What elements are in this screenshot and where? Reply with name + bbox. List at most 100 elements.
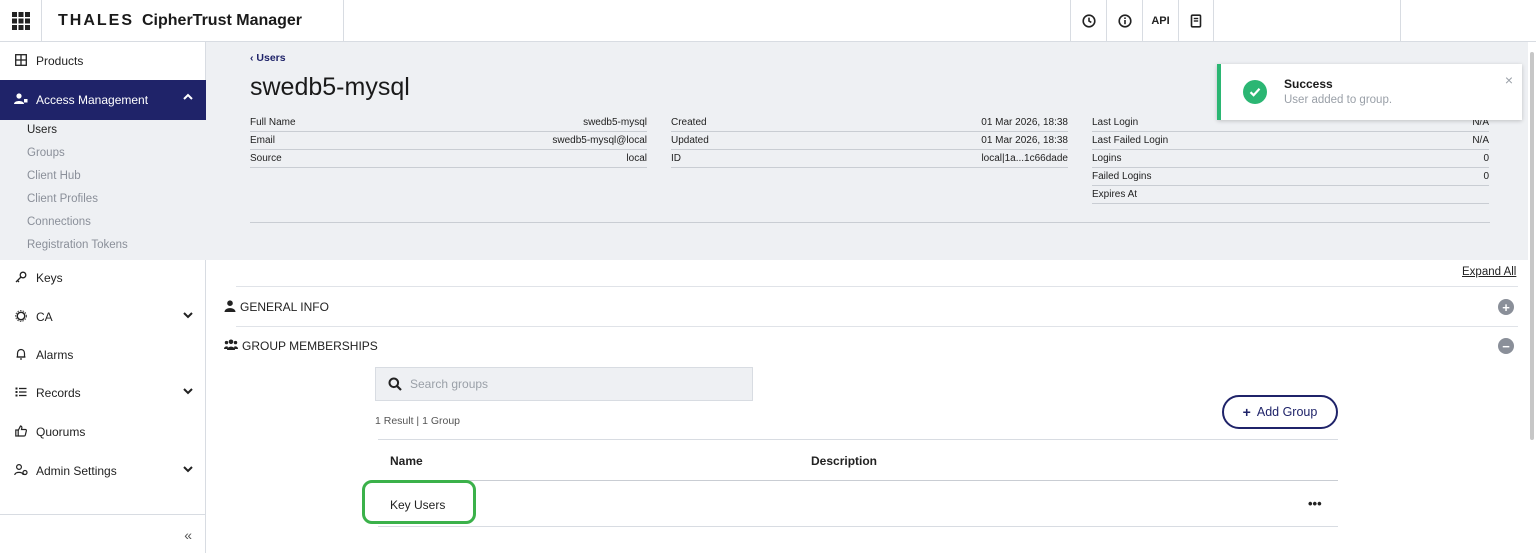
section-group-memberships[interactable]: GROUP MEMBERSHIPS − [224,326,1518,366]
detail-label: Updated [671,135,709,146]
detail-label: Source [250,153,282,164]
users-cog-icon [14,92,28,108]
detail-value: 0 [1483,153,1489,164]
info-button[interactable] [1106,0,1142,42]
expand-plus-icon[interactable]: + [1498,299,1514,315]
top-icon-group: API [1070,0,1214,42]
close-icon[interactable]: × [1505,72,1513,88]
sidebar-item-alarms[interactable]: Alarms [0,336,206,374]
expand-all-link[interactable]: Expand All [1462,266,1516,278]
detail-last-failed-login: Last Failed Login N/A [1092,132,1489,150]
sidebar-subitem-connections[interactable]: Connections [27,216,91,228]
sidebar-item-label: Keys [36,271,63,285]
sidebar-item-label: Records [36,386,81,400]
sidebar-item-records[interactable]: Records [0,374,206,412]
chevron-down-icon [182,463,194,478]
brand-divider [343,0,344,42]
sidebar-item-label: Access Management [36,93,149,107]
chevron-down-icon [182,309,194,324]
api-button[interactable]: API [1142,0,1178,42]
sidebar-subitem-registration-tokens[interactable]: Registration Tokens [27,239,128,251]
sidebar-subitem-groups[interactable]: Groups [27,147,65,159]
sidebar-subitem-users[interactable]: Users [27,124,57,136]
sidebar-item-ca[interactable]: CA [0,298,206,336]
table-header-border [378,480,1338,481]
sidebar-item-label: Quorums [36,425,86,439]
detail-full-name: Full Name swedb5-mysql [250,114,647,132]
result-count: 1 Result | 1 Group [375,415,461,427]
detail-value: local|1a...1c66dade [981,153,1068,164]
sidebar-item-access-management[interactable]: Access Management [0,80,206,120]
column-header-name[interactable]: Name [390,454,423,468]
user-icon [224,299,236,315]
header-divider [250,222,1490,223]
products-icon [14,53,28,69]
chevron-down-icon [182,385,194,400]
detail-value: local [626,153,647,164]
sidebar-item-admin-settings[interactable]: Admin Settings [0,452,206,490]
section-general-info[interactable]: GENERAL INFO + [224,287,1518,327]
column-header-description[interactable]: Description [811,454,877,468]
detail-label: Last Login [1092,117,1139,128]
search-groups-box[interactable] [375,367,753,401]
sidebar-subitem-client-hub[interactable]: Client Hub [27,170,81,182]
access-management-submenu: Users Groups Client Hub Client Profiles … [0,120,206,260]
section-title: GROUP MEMBERSHIPS [242,339,378,353]
sidebar-item-quorums[interactable]: Quorums [0,413,206,451]
sidebar-item-keys[interactable]: Keys [0,259,206,297]
row-actions-menu[interactable]: ••• [1308,496,1322,511]
top-bar: THALES CipherTrust Manager API [0,0,1536,42]
page-scrollbar[interactable] [1528,42,1536,553]
sidebar-footer: « [0,514,206,553]
apps-grid-button[interactable] [0,0,42,42]
thumbs-up-icon [14,424,28,440]
scrollbar-thumb[interactable] [1530,52,1534,440]
sidebar-item-label: Alarms [36,348,74,362]
history-button[interactable] [1070,0,1106,42]
detail-label: Last Failed Login [1092,135,1169,146]
brand-product: CipherTrust Manager [142,12,303,29]
user-gear-icon [14,463,28,479]
add-group-button[interactable]: + Add Group [1222,395,1338,429]
key-icon [14,271,28,286]
detail-value: 0 [1483,171,1489,182]
apps-grid-icon [11,12,30,30]
collapse-minus-icon[interactable]: − [1498,338,1514,354]
collapse-sidebar-icon[interactable]: « [184,527,192,543]
detail-value: swedb5-mysql [583,117,647,128]
plus-icon: + [1242,404,1251,420]
toast-message: User added to group. [1284,94,1393,106]
back-to-users-link[interactable]: ‹ Users [250,52,286,64]
sidebar-item-products[interactable]: Products [0,42,206,80]
page-title: swedb5-mysql [250,73,410,101]
detail-label: Expires At [1092,189,1138,200]
detail-source: Source local [250,150,647,168]
highlight-annotation [362,480,476,524]
sidebar-subitem-client-profiles[interactable]: Client Profiles [27,193,98,205]
detail-value: 01 Mar 2026, 18:38 [981,135,1068,146]
detail-label: Failed Logins [1092,171,1152,182]
sidebar-item-label: Products [36,54,84,68]
topbar-divider [1400,0,1401,42]
detail-value: 01 Mar 2026, 18:38 [981,117,1068,128]
search-groups-input[interactable] [410,368,740,400]
brand-thales: THALES [58,12,134,29]
check-circle-icon [1243,80,1267,104]
bell-icon [14,348,28,363]
add-group-label: Add Group [1256,405,1318,419]
detail-label: ID [671,153,681,164]
detail-label: Email [250,135,276,146]
table-row-border [378,526,1338,527]
detail-id: ID local|1a...1c66dade [671,150,1068,168]
clock-icon [1081,14,1096,28]
users-group-icon [224,339,238,353]
docs-button[interactable] [1178,0,1214,42]
detail-label: Logins [1092,153,1122,164]
brand-logo[interactable]: THALES CipherTrust Manager [58,0,302,42]
detail-value: N/A [1472,135,1489,146]
book-icon [1190,14,1202,28]
detail-failed-logins: Failed Logins 0 [1092,168,1489,186]
sidebar-item-label: Admin Settings [36,464,117,478]
toast-title: Success [1284,77,1333,91]
sidebar-item-label: CA [36,310,53,324]
